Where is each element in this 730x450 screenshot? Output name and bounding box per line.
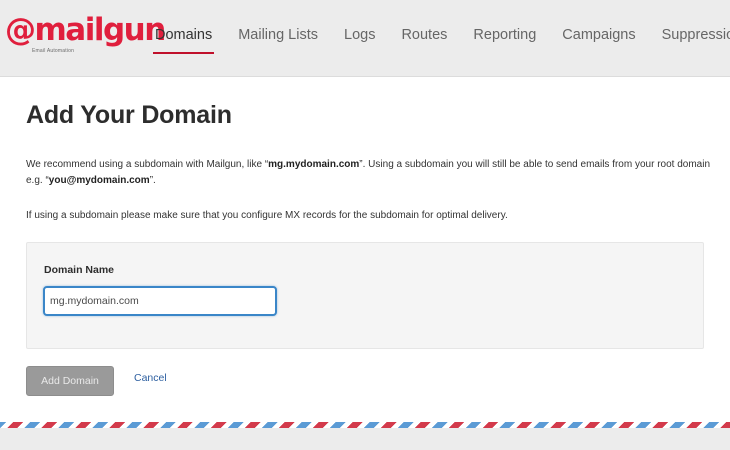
mx-records-note: If using a subdomain please make sure th… [26,210,508,221]
example-subdomain: mg.mydomain.com [268,159,360,170]
page-bottom [0,428,730,450]
page-title: Add Your Domain [26,101,232,129]
logo-text: @mailgun [5,12,166,48]
nav-mailing-lists[interactable]: Mailing Lists [238,25,318,45]
add-domain-card: Add Your Domain We recommend using a sub… [0,76,730,422]
main-nav: Domains Mailing Lists Logs Routes Report… [152,0,730,70]
example-email: you@mydomain.com [48,174,150,186]
nav-logs[interactable]: Logs [344,25,375,45]
nav-reporting[interactable]: Reporting [473,25,536,45]
nav-campaigns[interactable]: Campaigns [562,25,635,45]
nav-domains[interactable]: Domains [152,25,215,54]
domain-name-label: Domain Name [44,264,115,276]
domain-name-input[interactable] [43,286,277,316]
subdomain-recommendation: We recommend using a subdomain with Mail… [26,157,716,188]
domain-form-panel: Domain Name [26,242,704,349]
nav-suppressions[interactable]: Suppressions [662,25,730,45]
cancel-link[interactable]: Cancel [134,372,167,384]
mailgun-logo[interactable]: @mailgun Email Automation [5,10,166,60]
nav-routes[interactable]: Routes [401,25,447,45]
logo-tagline: Email Automation [32,48,75,54]
top-navigation-bar: @mailgun Email Automation Domains Mailin… [0,0,730,70]
add-domain-button[interactable]: Add Domain [26,366,114,396]
intro-text-1: We recommend using a subdomain with Mail… [26,159,269,170]
intro-text-3: ”. [149,174,156,186]
